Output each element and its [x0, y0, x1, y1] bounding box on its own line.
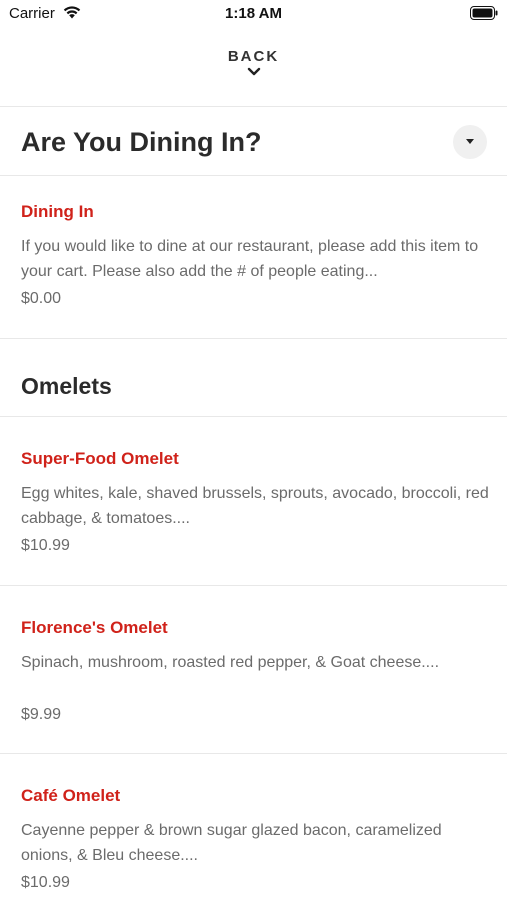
item-name: Super-Food Omelet	[21, 449, 179, 468]
section-title-omelets: Omelets	[21, 373, 112, 399]
chevron-down-icon	[247, 67, 260, 76]
back-button[interactable]: BACK	[0, 48, 507, 77]
status-time: 1:18 AM	[225, 5, 282, 22]
menu-item-super-food-omelet[interactable]: Super-Food Omelet Egg whites, kale, shav…	[0, 449, 507, 569]
divider	[0, 753, 507, 754]
divider	[0, 106, 507, 107]
section-collapse-button[interactable]	[453, 125, 487, 159]
item-name: Florence's Omelet	[21, 618, 168, 637]
caret-down-icon	[466, 139, 474, 144]
item-name: Café Omelet	[21, 786, 121, 805]
divider	[0, 416, 507, 417]
item-description: Spinach, mushroom, roasted red pepper, &…	[21, 654, 440, 671]
item-description: Cayenne pepper & brown sugar glazed baco…	[21, 822, 442, 864]
divider	[0, 338, 507, 339]
menu-item-dining-in[interactable]: Dining In If you would like to dine at o…	[0, 202, 507, 322]
battery-icon	[470, 6, 498, 20]
section-title-dining-in: Are You Dining In?	[21, 127, 262, 157]
divider	[0, 585, 507, 586]
divider	[0, 175, 507, 176]
item-price: $10.99	[21, 537, 70, 554]
menu-item-florences-omelet[interactable]: Florence's Omelet Spinach, mushroom, roa…	[0, 618, 507, 738]
item-price: $10.99	[21, 874, 70, 891]
back-label: BACK	[227, 48, 280, 65]
status-bar: Carrier 1:18 AM	[0, 0, 507, 28]
item-price: $0.00	[21, 290, 62, 307]
item-description: Egg whites, kale, shaved brussels, sprou…	[21, 485, 489, 527]
item-price: $9.99	[21, 706, 62, 723]
menu-item-cafe-omelet[interactable]: Café Omelet Cayenne pepper & brown sugar…	[0, 786, 507, 900]
item-description: If you would like to dine at our restaur…	[21, 238, 479, 280]
item-name: Dining In	[21, 202, 94, 221]
